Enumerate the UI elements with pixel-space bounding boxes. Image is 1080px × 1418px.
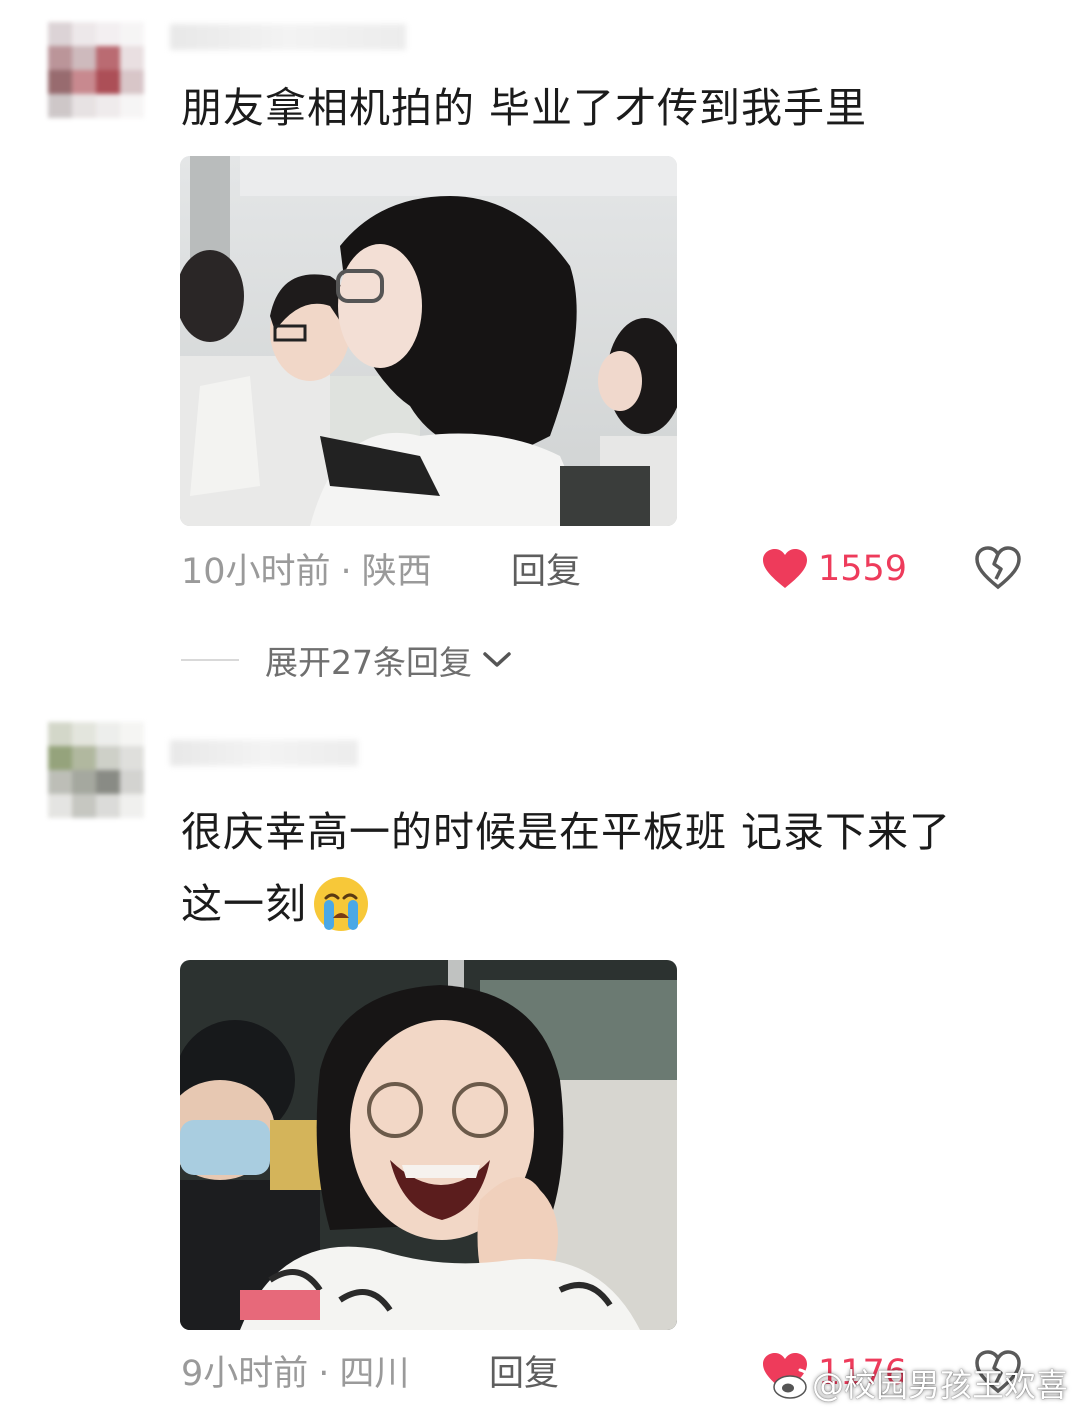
- classroom-photo: [180, 960, 677, 1330]
- avatar[interactable]: [48, 722, 144, 818]
- watermark: @校园男孩王欢喜: [772, 1360, 1068, 1406]
- username[interactable]: [170, 24, 406, 50]
- comment-item: 很庆幸高一的时候是在平板班 记录下来了 这一刻 9小时前 · 四川 回复 117…: [0, 700, 1080, 1418]
- watermark-text: @校园男孩王欢喜: [811, 1366, 1068, 1404]
- comment-text: 很庆幸高一的时候是在平板班 记录下来了 这一刻: [181, 796, 951, 940]
- chevron-down-icon: [483, 652, 511, 667]
- comment-photo[interactable]: [180, 960, 677, 1330]
- heart-icon: [763, 549, 807, 588]
- comment-text-line: 这一刻: [181, 880, 307, 928]
- comment-text-line: 朋友拿相机拍的 毕业了才传到我手里: [181, 84, 868, 132]
- expand-replies-button[interactable]: 展开27条回复: [181, 636, 512, 684]
- comment-text: 朋友拿相机拍的 毕业了才传到我手里: [181, 72, 867, 144]
- comment-location: 四川: [339, 1354, 410, 1394]
- meta-separator: ·: [340, 552, 352, 592]
- comment-item: 朋友拿相机拍的 毕业了才传到我手里 10小时前 · 陕西 回复 1559 展开2…: [0, 0, 1080, 700]
- crying-face-emoji-icon: [314, 877, 368, 931]
- dislike-button[interactable]: [975, 546, 1021, 594]
- meta-separator: ·: [318, 1354, 330, 1394]
- comment-meta: 10小时前 · 陕西: [181, 552, 432, 592]
- weibo-logo-icon: [773, 1368, 811, 1399]
- comment-time: 9小时前: [181, 1354, 309, 1394]
- like-count: 1559: [818, 549, 908, 589]
- divider-line: [181, 659, 239, 661]
- reply-button[interactable]: 回复: [511, 552, 581, 592]
- comment-time: 10小时前: [181, 552, 331, 592]
- avatar[interactable]: [48, 22, 144, 118]
- like-button[interactable]: 1559: [762, 548, 907, 590]
- comment-photo[interactable]: [180, 156, 677, 526]
- classroom-photo: [180, 156, 677, 526]
- expand-replies-label: 展开27条回复: [265, 643, 472, 682]
- comment-text-line: 很庆幸高一的时候是在平板班 记录下来了: [181, 808, 952, 856]
- broken-heart-icon: [975, 546, 1021, 590]
- comment-meta: 9小时前 · 四川: [181, 1354, 409, 1394]
- comment-location: 陕西: [361, 552, 432, 592]
- reply-button[interactable]: 回复: [489, 1354, 559, 1394]
- username[interactable]: [170, 740, 358, 766]
